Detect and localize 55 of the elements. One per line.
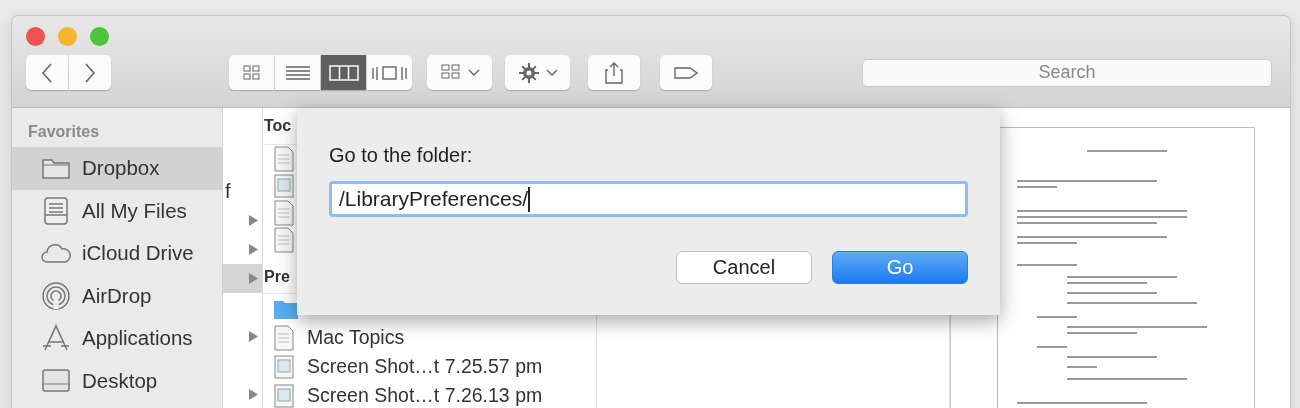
search-field[interactable]: Search: [862, 58, 1272, 87]
disclosure-arrow-icon: [249, 331, 258, 342]
disclosure-arrow-icon: [249, 215, 258, 226]
zoom-button[interactable]: [90, 27, 109, 46]
share-button[interactable]: [588, 55, 640, 90]
image-file-icon: [273, 172, 295, 199]
folder-path-field[interactable]: /LibraryPreferences/: [329, 181, 968, 217]
file-tray-icon: [43, 195, 69, 226]
view-mode-button[interactable]: [229, 55, 274, 90]
sidebar-heading: Favorites: [27, 122, 101, 142]
sidebar-item[interactable]: Applications: [12, 317, 222, 360]
caret-icon: [467, 68, 480, 77]
item-name[interactable]: f: [225, 180, 231, 203]
cover-flow-icon: [370, 63, 409, 82]
arrange-button[interactable]: [427, 55, 492, 90]
share-icon: [604, 60, 624, 85]
file-name[interactable]: Mac Topics: [307, 326, 405, 349]
tag-button[interactable]: [660, 55, 712, 90]
sidebar-item[interactable]: All My Files: [12, 189, 222, 232]
chevron-left-icon: [40, 61, 54, 84]
list-view-icon: [284, 63, 311, 82]
desktop-icon: [41, 367, 71, 394]
tag-icon: [673, 64, 699, 81]
cancel-button[interactable]: Cancel: [676, 251, 812, 284]
caret-icon: [545, 68, 558, 77]
view-mode-button[interactable]: [275, 55, 320, 90]
document-icon: [273, 226, 295, 253]
airdrop-icon: [41, 280, 71, 311]
view-mode-button[interactable]: [367, 55, 412, 90]
back-button[interactable]: [26, 55, 68, 90]
sidebar-item[interactable]: Desktop: [12, 359, 222, 402]
folder-icon: [41, 156, 71, 181]
selected-row[interactable]: [223, 264, 262, 293]
sidebar-item[interactable]: Dropbox: [12, 147, 222, 190]
action-button[interactable]: [505, 55, 570, 90]
cloud-icon: [40, 242, 72, 265]
column-view-icon: [328, 63, 359, 82]
disclosure-arrow-icon: [249, 273, 258, 284]
image-file-icon: [273, 353, 295, 380]
document-icon: [273, 145, 295, 172]
sidebar-item[interactable]: AirDrop: [12, 274, 222, 317]
file-name[interactable]: Screen Shot…t 7.25.57 pm: [307, 355, 543, 378]
gear-icon: [517, 61, 540, 84]
forward-button[interactable]: [69, 55, 111, 90]
icon-view-icon: [241, 63, 262, 82]
disclosure-arrow-icon: [249, 389, 258, 400]
sidebar-item[interactable]: iCloud Drive: [12, 232, 222, 275]
document-icon: [273, 324, 295, 351]
view-mode-button[interactable]: [321, 55, 366, 90]
file-name[interactable]: Screen Shot…t 7.26.13 pm: [307, 384, 543, 407]
close-button[interactable]: [26, 27, 45, 46]
disclosure-arrow-icon: [249, 244, 258, 255]
go-to-folder-dialog-prompt: Go to the folder:: [329, 144, 474, 167]
document-icon: [273, 199, 295, 226]
chevron-right-icon: [83, 61, 97, 84]
